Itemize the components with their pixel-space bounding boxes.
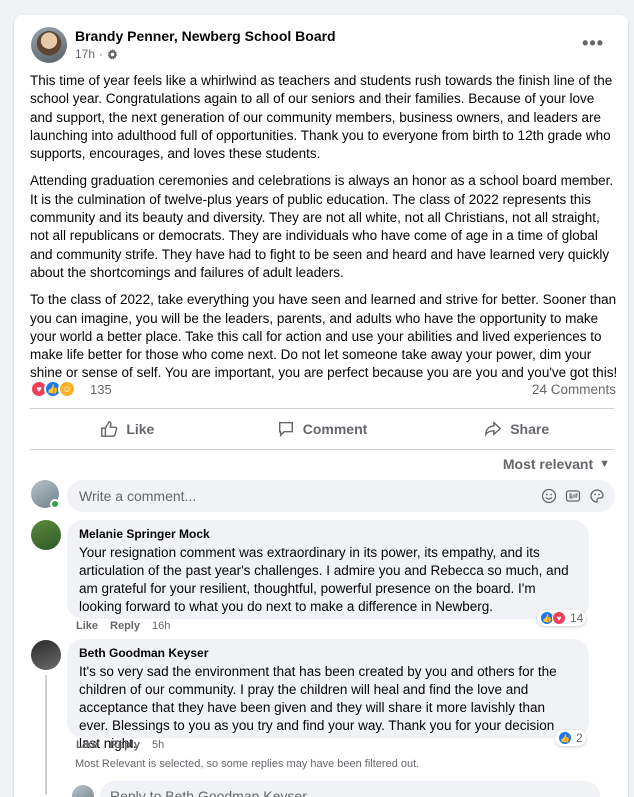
post-meta: 17h · (75, 47, 118, 61)
love-reaction-icon: ♥ (552, 611, 566, 625)
post-paragraph: This time of year feels like a whirlwind… (30, 73, 613, 162)
comment-reactions[interactable]: 👍 2 (555, 730, 586, 746)
share-label: Share (510, 421, 550, 437)
filtered-notice: Most Relevant is selected, so some repli… (75, 758, 420, 770)
comment-icon (278, 421, 293, 438)
comment-label: Comment (302, 421, 368, 437)
post-body: This time of year feels like a whirlwind… (30, 72, 620, 392)
gear-icon[interactable] (107, 48, 118, 60)
comment-like-button[interactable]: Like (76, 620, 98, 632)
post-paragraph: Attending graduation ceremonies and cele… (30, 173, 614, 280)
divider (30, 408, 614, 409)
comment-tools (541, 488, 605, 504)
post-actions: Like Comment Share (30, 413, 614, 445)
comment-actions: Like Reply 16h (76, 620, 170, 632)
comment-box (67, 480, 615, 512)
comment-like-button[interactable]: Like (76, 739, 98, 751)
gif-icon[interactable] (565, 488, 581, 504)
comment-text: Your resignation comment was extraordina… (79, 545, 569, 614)
post-header: Brandy Penner, Newberg School Board 17h … (31, 27, 614, 67)
commenter-name[interactable]: Beth Goodman Keyser (79, 646, 577, 660)
reply-box (100, 781, 600, 797)
divider (30, 449, 614, 450)
reply-input[interactable] (110, 781, 510, 797)
caret-down-icon: ▼ (599, 458, 610, 470)
thumbs-up-icon (101, 421, 118, 437)
online-status-dot (50, 499, 60, 509)
commenter-avatar[interactable] (31, 640, 61, 670)
comment-count[interactable]: 24 Comments (532, 382, 616, 397)
comment-reply-button[interactable]: Reply (110, 620, 140, 632)
post-time[interactable]: 17h (75, 47, 95, 61)
more-options-button[interactable]: ••• (582, 33, 604, 54)
comment-reaction-count: 14 (570, 611, 584, 625)
commenter-name[interactable]: Melanie Springer Mock (79, 527, 577, 541)
comment-time[interactable]: 16h (152, 620, 170, 632)
share-button[interactable]: Share (419, 413, 614, 445)
comment-reaction-count: 2 (576, 731, 583, 745)
sort-dropdown[interactable]: Most relevant ▼ (503, 456, 610, 472)
reaction-icons[interactable]: ♥ 👍 ☺ (30, 380, 76, 398)
like-button[interactable]: Like (30, 413, 225, 445)
sticker-icon[interactable] (589, 488, 605, 504)
comment-reactions[interactable]: 👍 ♥ 14 (537, 610, 587, 626)
comment-bubble: Melanie Springer Mock Your resignation c… (67, 520, 589, 619)
comment-button[interactable]: Comment (225, 413, 420, 445)
comment-reply-button[interactable]: Reply (110, 739, 140, 751)
author-avatar[interactable] (31, 27, 67, 63)
comment-actions: Like Reply 5h (76, 739, 164, 751)
comment-time[interactable]: 5h (152, 739, 164, 751)
author-name[interactable]: Brandy Penner, Newberg School Board (75, 28, 336, 44)
reaction-count[interactable]: 135 (90, 382, 112, 397)
comment-input[interactable] (79, 480, 529, 512)
sort-label: Most relevant (502, 456, 594, 472)
post-card: Brandy Penner, Newberg School Board 17h … (14, 15, 628, 797)
current-user-avatar[interactable] (72, 785, 94, 797)
comment-bubble: Beth Goodman Keyser It's so very sad the… (67, 639, 589, 751)
like-label: Like (126, 421, 155, 437)
post-paragraph: To the class of 2022, take everything yo… (30, 292, 618, 381)
commenter-avatar[interactable] (31, 520, 61, 550)
care-reaction-icon: ☺ (58, 380, 76, 398)
reactions-bar: ♥ 👍 ☺ 135 24 Comments (30, 380, 616, 400)
emoji-icon[interactable] (541, 488, 557, 504)
like-reaction-icon: 👍 (558, 731, 572, 745)
share-icon (485, 421, 502, 437)
thread-line (45, 675, 47, 795)
